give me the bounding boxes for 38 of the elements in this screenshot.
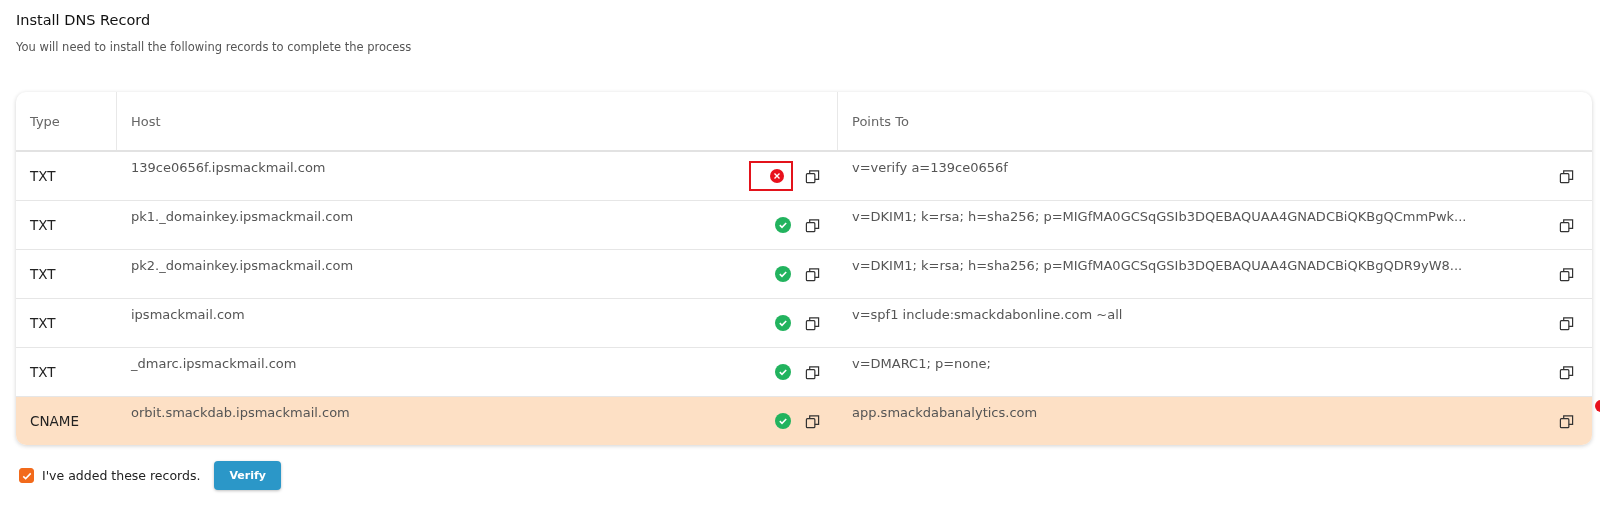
column-header: Type [16, 92, 117, 150]
checkbox-label: I've added these records. [42, 468, 201, 483]
copy-icon[interactable] [805, 168, 820, 184]
table-cell-text: ipsmackmail.com [131, 306, 245, 324]
column-header: Host [117, 92, 838, 150]
table-cell-text: 139ce0656f.ipsmackmail.com [131, 159, 326, 177]
table-cell-text: v=spf1 include:smackdabonline.com ~all [852, 306, 1123, 324]
table-cell-text: _dmarc.ipsmackmail.com [131, 355, 297, 373]
table-cell-text: CNAME [29, 412, 80, 431]
copy-icon[interactable] [1559, 266, 1574, 282]
table-cell-text: v=DMARC1; p=none; [852, 355, 991, 373]
column-header: Points To [851, 112, 910, 131]
table-cell-text: v=DKIM1; k=rsa; h=sha256; p=MIGfMA0GCSqGSIb3DQEBAQUAA4GNADCBiQKBgQCmmPwk... [852, 208, 1467, 226]
table-cell-text: TXT [29, 265, 57, 284]
page-title: Install DNS Record [16, 12, 152, 28]
table-cell-text: v=DKIM1; k=rsa; h=sha256; p=MIGfMA0GCSqGSIb3DQEBAQUAA4GNADCBiQKBgQDR9yW8... [852, 257, 1463, 275]
verify-button[interactable]: Verify [214, 461, 281, 490]
table-cell-text: app.smackdabanalytics.com [852, 404, 1038, 422]
table-cell-text: orbit.smackdab.ipsmackmail.com [131, 404, 350, 422]
copy-icon[interactable] [1559, 315, 1574, 331]
table-cell-text: TXT [29, 363, 57, 382]
copy-icon[interactable] [1559, 413, 1574, 429]
copy-icon[interactable] [1559, 364, 1574, 380]
table-cell-text: TXT [29, 314, 57, 333]
copy-icon[interactable] [805, 315, 820, 331]
table-cell-text: pk1._domainkey.ipsmackmail.com [131, 208, 354, 226]
copy-icon[interactable] [1559, 168, 1574, 184]
checkbox[interactable] [19, 468, 34, 483]
copy-icon[interactable] [805, 364, 820, 380]
copy-icon[interactable] [805, 266, 820, 282]
copy-icon[interactable] [805, 413, 820, 429]
table-cell-text: v=verify a=139ce0656f [852, 159, 1008, 177]
page-subtitle: You will need to install the following records to complete the process [16, 40, 413, 54]
table-cell-text: TXT [29, 216, 57, 235]
copy-icon[interactable] [1559, 217, 1574, 233]
copy-icon[interactable] [805, 217, 820, 233]
table-cell-text: TXT [29, 167, 57, 186]
table-cell-text: pk2._domainkey.ipsmackmail.com [131, 257, 354, 275]
